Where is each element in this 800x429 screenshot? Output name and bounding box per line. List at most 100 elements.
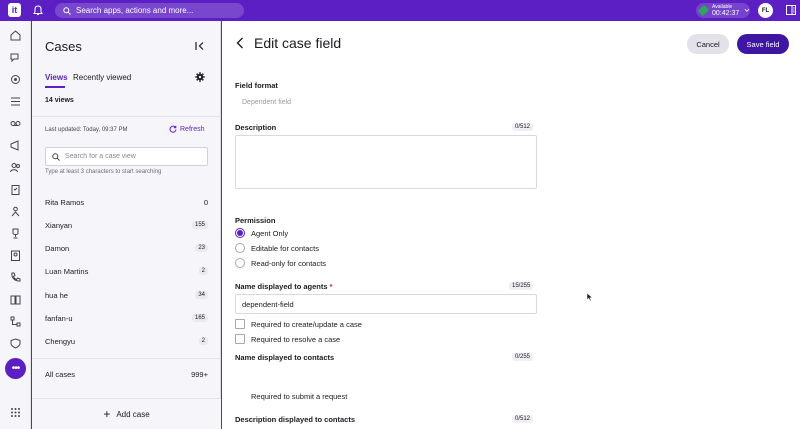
view-item[interactable]: All cases 999+ xyxy=(45,367,208,381)
tab-recently-viewed[interactable]: Recently viewed xyxy=(73,73,131,82)
shield-icon[interactable] xyxy=(10,338,21,349)
trophy-icon[interactable] xyxy=(10,228,21,239)
list-icon[interactable] xyxy=(10,96,21,107)
add-case-button[interactable]: + Add case xyxy=(32,398,221,429)
view-count-badge: 165 xyxy=(191,314,208,322)
view-search-input[interactable] xyxy=(65,153,195,160)
edit-case-field-page: Edit case field Cancel Save field Field … xyxy=(222,21,800,429)
description-counter: 0/512 xyxy=(512,123,534,131)
knowledge-base-icon[interactable] xyxy=(10,294,21,305)
agents-name-label-text: Name displayed to agents xyxy=(235,282,328,291)
description-textarea[interactable] xyxy=(235,135,537,189)
view-item[interactable]: Luan Martins 2 xyxy=(45,264,208,278)
view-name: fanfan-u xyxy=(45,313,73,323)
back-arrow-icon[interactable] xyxy=(235,37,245,49)
home-icon[interactable] xyxy=(10,30,21,41)
add-case-label: Add case xyxy=(116,409,150,419)
view-name: Luan Martins xyxy=(45,266,89,276)
contact-card-icon[interactable] xyxy=(10,250,21,261)
field-format-value: Dependent field xyxy=(242,99,292,106)
view-item[interactable]: Rita Ramos 0 xyxy=(45,195,208,209)
last-updated-text: Last updated: Today, 09:37 PM xyxy=(45,127,128,133)
user-avatar[interactable]: FL xyxy=(758,3,773,18)
required-resolve-checkbox[interactable] xyxy=(235,334,245,344)
view-count-badge: 2 xyxy=(198,337,208,345)
permission-option-editable[interactable]: Editable for contacts xyxy=(235,243,319,253)
view-item[interactable]: Chengyu 2 xyxy=(45,334,208,348)
view-item[interactable]: hua he 34 xyxy=(45,288,208,302)
required-asterisk: * xyxy=(329,282,333,291)
view-name: Xianyan xyxy=(45,220,73,230)
view-name: All cases xyxy=(45,369,76,379)
tab-views[interactable]: Views xyxy=(45,73,68,82)
voicemail-icon[interactable] xyxy=(10,118,21,129)
view-item[interactable]: Xianyan 155 xyxy=(45,218,208,232)
permission-option-read-only[interactable]: Read-only for contacts xyxy=(235,258,326,268)
campaigns-icon[interactable] xyxy=(10,140,21,151)
cancel-button[interactable]: Cancel xyxy=(687,34,729,54)
refresh-label: Refresh xyxy=(180,125,205,133)
contacts-name-label: Name displayed to contacts xyxy=(235,353,335,362)
required-submit-option[interactable]: Required to submit a request xyxy=(235,391,347,401)
view-count-badge: 999+ xyxy=(191,369,208,379)
view-item[interactable]: Damon 23 xyxy=(45,241,208,255)
cases-panel-title: Cases xyxy=(45,39,82,54)
status-timer: 00:42:37 xyxy=(712,10,740,17)
search-icon xyxy=(63,6,71,15)
view-search-box[interactable] xyxy=(45,147,208,166)
permission-option-agent-only[interactable]: Agent Only xyxy=(235,228,288,238)
required-create-label: Required to create/update a case xyxy=(251,319,362,329)
views-count: 14 views xyxy=(45,97,74,104)
chevron-down-icon xyxy=(744,8,750,12)
view-count-badge: 155 xyxy=(191,221,208,229)
view-count-badge: 23 xyxy=(195,244,208,252)
agents-name-input[interactable] xyxy=(235,294,537,314)
left-navigation: ••• xyxy=(0,21,31,429)
required-create-checkbox[interactable] xyxy=(235,319,245,329)
required-submit-checkbox[interactable] xyxy=(235,391,245,401)
contacts-name-counter: 0/255 xyxy=(512,353,534,361)
teams-icon[interactable] xyxy=(10,206,21,217)
search-hint: Type at least 3 characters to start sear… xyxy=(45,169,162,175)
agent-status[interactable]: Available 00:42:37 xyxy=(696,3,750,18)
permission-option-label: Read-only for contacts xyxy=(251,258,327,268)
more-apps-button[interactable]: ••• xyxy=(5,358,26,379)
conversations-icon[interactable] xyxy=(10,52,21,63)
save-field-button[interactable]: Save field xyxy=(737,34,789,54)
view-item[interactable]: fanfan-u 165 xyxy=(45,311,208,325)
description-label: Description xyxy=(235,123,277,132)
workflow-icon[interactable] xyxy=(10,316,21,327)
radio-unselected[interactable] xyxy=(235,243,245,253)
view-count-badge: 2 xyxy=(198,267,208,275)
permission-option-label: Editable for contacts xyxy=(251,243,319,253)
required-create-option[interactable]: Required to create/update a case xyxy=(235,319,362,329)
view-count-badge: 34 xyxy=(195,291,208,299)
monitoring-icon[interactable] xyxy=(10,74,21,85)
agents-name-counter: 15/255 xyxy=(509,282,534,290)
divider xyxy=(32,116,221,117)
page-title: Edit case field xyxy=(254,35,342,51)
bell-icon[interactable] xyxy=(33,5,43,16)
status-available-icon xyxy=(697,4,710,17)
side-panel-toggle-icon[interactable] xyxy=(786,5,796,15)
contacts-description-counter: 0/512 xyxy=(512,415,534,423)
view-name: hua he xyxy=(45,290,68,300)
app-logo[interactable]: it xyxy=(8,3,21,17)
radio-unselected[interactable] xyxy=(235,258,245,268)
agents-name-label: Name displayed to agents * xyxy=(235,282,333,291)
collapse-panel-icon[interactable] xyxy=(195,41,205,51)
refresh-button[interactable]: Refresh xyxy=(169,125,205,133)
global-search-placeholder: Search apps, actions and more... xyxy=(76,6,194,15)
global-search[interactable]: Search apps, actions and more... xyxy=(55,3,244,18)
mouse-cursor-icon xyxy=(586,292,594,302)
required-resolve-label: Required to resolve a case xyxy=(251,334,341,344)
view-name: Chengyu xyxy=(45,336,76,346)
cases-icon[interactable] xyxy=(10,184,21,195)
app-grid-icon[interactable] xyxy=(10,407,21,418)
divider xyxy=(32,358,221,359)
radio-selected[interactable] xyxy=(235,228,245,238)
gear-icon[interactable] xyxy=(195,72,205,82)
call-flow-icon[interactable] xyxy=(10,272,21,283)
required-resolve-option[interactable]: Required to resolve a case xyxy=(235,334,340,344)
contacts-icon[interactable] xyxy=(10,162,21,173)
